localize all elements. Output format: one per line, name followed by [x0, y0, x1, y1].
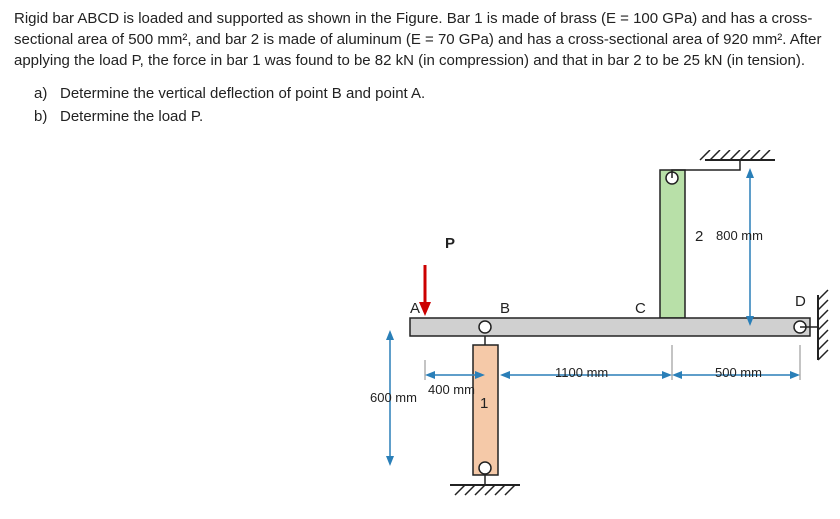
- diagram-svg: [370, 150, 830, 510]
- dim-800-arrow: [746, 168, 754, 326]
- dim-1100: 1100 mm: [555, 365, 608, 380]
- label-p: P: [445, 235, 455, 252]
- q-a-letter: a): [34, 83, 52, 106]
- dim-600: 600 mm: [370, 390, 418, 405]
- wall-support-icon: [818, 290, 828, 360]
- questions: a) Determine the vertical deflection of …: [34, 83, 826, 128]
- label-bar1: 1: [480, 395, 488, 412]
- dim-500: 500 mm: [715, 365, 762, 380]
- q-a-text: Determine the vertical deflection of poi…: [60, 83, 425, 106]
- q-b-letter: b): [34, 106, 52, 129]
- mechanics-diagram: P A B C D 1 2 600 mm 400 mm 1100 mm 500 …: [370, 150, 830, 510]
- label-c: C: [635, 300, 646, 317]
- bottom-fixed-support-icon: [450, 485, 520, 495]
- label-d: D: [795, 293, 806, 310]
- label-bar2: 2: [695, 228, 703, 245]
- load-p-arrow-icon: [419, 265, 431, 316]
- bar-2: [660, 170, 685, 332]
- label-a: A: [410, 300, 420, 317]
- dim-400: 400 mm: [428, 382, 475, 397]
- q-b-text: Determine the load P.: [60, 106, 203, 129]
- problem-statement: Rigid bar ABCD is loaded and supported a…: [14, 8, 826, 71]
- top-fixed-support-icon: [700, 150, 775, 160]
- pin-b: [479, 321, 491, 333]
- dim-800: 800 mm: [716, 228, 763, 243]
- label-b: B: [500, 300, 510, 317]
